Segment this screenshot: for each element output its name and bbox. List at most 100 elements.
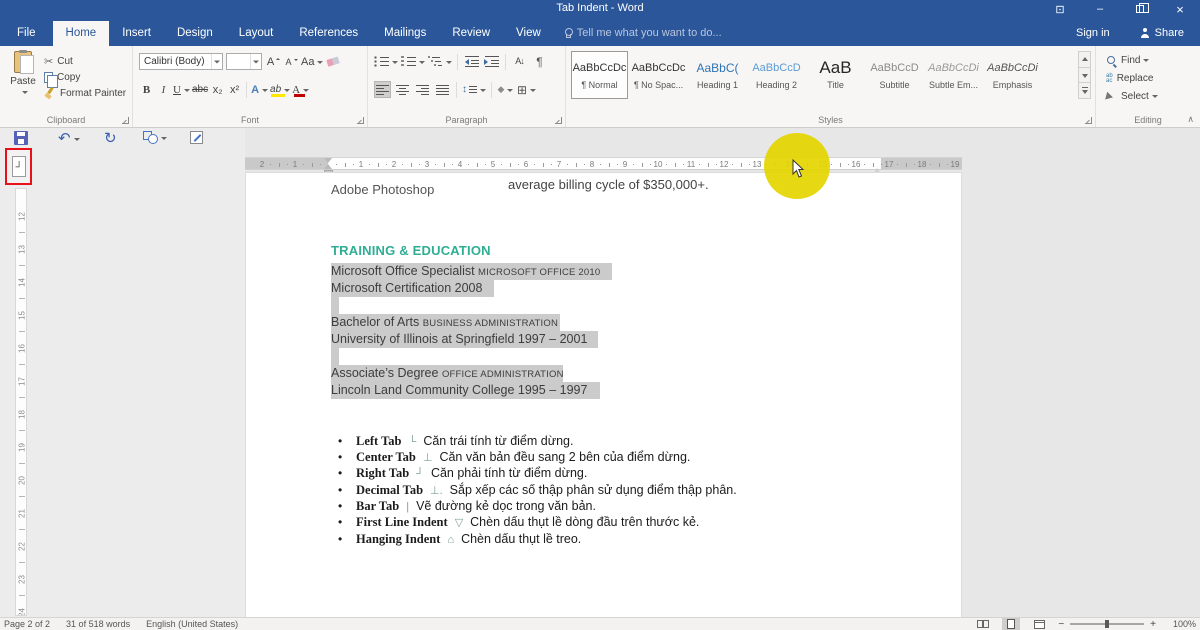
find-button[interactable]: Find bbox=[1106, 55, 1149, 66]
align-center-button[interactable] bbox=[394, 81, 411, 98]
tab-mailings[interactable]: Mailings bbox=[371, 21, 439, 46]
editing-group-label: Editing bbox=[1134, 115, 1162, 125]
hanging-indent-marker[interactable] bbox=[324, 160, 332, 169]
style-emphasis[interactable]: AaBbCcDi Emphasis bbox=[984, 51, 1041, 99]
show-paragraph-marks-button[interactable] bbox=[531, 53, 548, 70]
style-name: Subtle Em... bbox=[928, 80, 979, 90]
tab-file[interactable]: File bbox=[0, 21, 53, 46]
undo-button[interactable]: ↶ bbox=[58, 131, 80, 146]
multilevel-list-button[interactable] bbox=[428, 53, 452, 70]
decrease-indent-button[interactable] bbox=[463, 53, 480, 70]
h-ruler[interactable]: 2112345678910111213141516171819 bbox=[245, 157, 962, 170]
edit-document-button[interactable] bbox=[190, 131, 203, 144]
tab-home[interactable]: Home bbox=[52, 21, 110, 46]
zoom-in-button[interactable]: + bbox=[1150, 619, 1156, 630]
justify-button[interactable] bbox=[434, 81, 451, 98]
bullet-item: Center Tab ⊥ Căn văn bản đều sang 2 bên củ… bbox=[336, 450, 690, 465]
bold-button[interactable]: B bbox=[139, 81, 154, 98]
superscript-button[interactable]: x² bbox=[227, 81, 242, 98]
zoom-level[interactable]: 100% bbox=[1166, 619, 1196, 629]
minimize-button[interactable]: – bbox=[1080, 0, 1120, 18]
close-button[interactable]: × bbox=[1160, 0, 1200, 18]
text-highlight-button[interactable]: ab bbox=[270, 81, 290, 98]
share-button[interactable]: Share bbox=[1124, 27, 1200, 46]
strikethrough-button[interactable]: abc bbox=[192, 81, 208, 98]
language-indicator[interactable]: English (United States) bbox=[146, 619, 238, 629]
style-heading-2[interactable]: AaBbCcD Heading 2 bbox=[748, 51, 805, 99]
ruler-number: 14 bbox=[17, 278, 27, 287]
style-no-spacing[interactable]: AaBbCcDc ¶ No Spac... bbox=[630, 51, 687, 99]
print-layout-button[interactable] bbox=[1002, 618, 1021, 630]
zoom-slider-thumb[interactable] bbox=[1105, 620, 1110, 628]
line-spacing-button[interactable] bbox=[462, 81, 486, 98]
shapes-button[interactable] bbox=[143, 131, 167, 144]
styles-gallery-expand-button[interactable] bbox=[1079, 83, 1090, 98]
copy-button[interactable]: Copy bbox=[44, 69, 126, 88]
redo-icon: ↻ bbox=[104, 130, 117, 147]
style-title[interactable]: AaB Title bbox=[807, 51, 864, 99]
page-indicator[interactable]: Page 2 of 2 bbox=[4, 619, 50, 629]
text-effects-button[interactable]: A bbox=[251, 81, 268, 98]
increase-indent-button[interactable] bbox=[483, 53, 500, 70]
subscript-button[interactable]: x₂ bbox=[210, 81, 225, 98]
save-button[interactable] bbox=[14, 131, 28, 145]
align-right-button[interactable] bbox=[414, 81, 431, 98]
align-left-button[interactable] bbox=[374, 81, 391, 98]
tab-review[interactable]: Review bbox=[439, 21, 503, 46]
paste-button[interactable]: Paste bbox=[5, 50, 41, 111]
zoom-slider[interactable] bbox=[1070, 620, 1145, 628]
sign-in-link[interactable]: Sign in bbox=[1062, 27, 1124, 46]
style-subtle-emphasis[interactable]: AaBbCcDi Subtle Em... bbox=[925, 51, 982, 99]
collapse-ribbon-button[interactable]: ∧ bbox=[1187, 114, 1194, 125]
v-ruler[interactable]: 12 13 14 15 16 17 18 19 20 21 22 23 24 bbox=[15, 188, 27, 616]
font-name-combo[interactable]: Calibri (Body) bbox=[139, 53, 223, 70]
selected-line: Microsoft Office Specialist MICROSOFT OF… bbox=[331, 263, 612, 280]
cut-button[interactable]: ✂ Cut bbox=[44, 53, 126, 69]
bullets-button[interactable] bbox=[374, 53, 398, 70]
styles-scroll-up-button[interactable] bbox=[1079, 52, 1090, 68]
font-size-combo[interactable] bbox=[226, 53, 262, 70]
styles-dialog-launcher[interactable] bbox=[1085, 117, 1092, 124]
paragraph-dialog-launcher[interactable] bbox=[555, 117, 562, 124]
style-normal[interactable]: AaBbCcDc ¶ Normal bbox=[571, 51, 628, 99]
sort-button[interactable] bbox=[511, 53, 528, 70]
tab-insert[interactable]: Insert bbox=[109, 21, 164, 46]
borders-button[interactable] bbox=[517, 81, 536, 98]
web-layout-button[interactable] bbox=[1030, 618, 1048, 630]
ruler-tick bbox=[303, 164, 304, 165]
read-mode-button[interactable] bbox=[974, 618, 992, 630]
shapes-dropdown-icon[interactable] bbox=[161, 136, 167, 143]
numbering-button[interactable] bbox=[401, 53, 425, 70]
undo-dropdown-icon[interactable] bbox=[73, 137, 80, 144]
grow-font-button[interactable]: A bbox=[265, 53, 280, 70]
redo-button[interactable]: ↻ bbox=[104, 131, 117, 146]
tell-me-box[interactable]: Tell me what you want to do... bbox=[564, 27, 722, 46]
change-case-button[interactable]: Aa bbox=[301, 53, 323, 70]
style-heading-1[interactable]: AaBbC(Heading 1 bbox=[689, 51, 746, 99]
style-subtitle[interactable]: AaBbCcD Subtitle bbox=[866, 51, 923, 99]
clear-formatting-button[interactable] bbox=[326, 53, 341, 70]
italic-button[interactable]: I bbox=[156, 81, 171, 98]
tab-references[interactable]: References bbox=[286, 21, 371, 46]
font-name-dropdown-icon[interactable] bbox=[211, 54, 222, 69]
font-dialog-launcher[interactable] bbox=[357, 117, 364, 124]
clipboard-dialog-launcher[interactable] bbox=[122, 117, 129, 124]
tab-design[interactable]: Design bbox=[164, 21, 226, 46]
word-count[interactable]: 31 of 518 words bbox=[66, 619, 130, 629]
tab-stop-selector[interactable]: ┘ bbox=[12, 156, 26, 177]
underline-button[interactable]: U bbox=[173, 81, 190, 98]
tab-view[interactable]: View bbox=[503, 21, 554, 46]
styles-scroll-down-button[interactable] bbox=[1079, 68, 1090, 84]
document-page[interactable]: Adobe Photoshop average billing cycle of… bbox=[245, 172, 962, 617]
tab-layout[interactable]: Layout bbox=[226, 21, 287, 46]
shading-button[interactable] bbox=[497, 81, 514, 98]
select-button[interactable]: Select bbox=[1105, 91, 1158, 102]
font-size-dropdown-icon[interactable] bbox=[250, 54, 261, 69]
replace-button[interactable]: Replace bbox=[1106, 73, 1154, 84]
restore-button[interactable] bbox=[1120, 0, 1160, 18]
zoom-out-button[interactable]: − bbox=[1058, 619, 1064, 630]
ribbon-display-options-button[interactable]: ⊡ bbox=[1040, 0, 1080, 18]
font-color-button[interactable]: A bbox=[292, 81, 309, 98]
bullet-term: Hanging Indent bbox=[356, 532, 441, 546]
shrink-font-button[interactable]: A bbox=[283, 53, 298, 70]
